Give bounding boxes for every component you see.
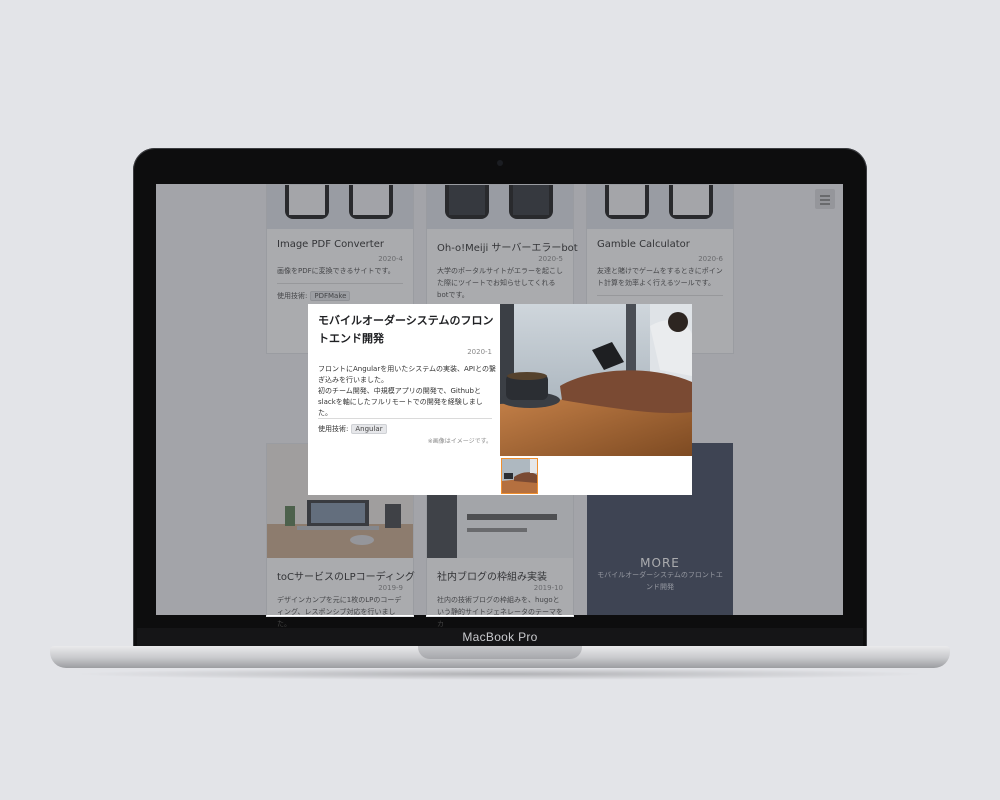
- modal-tech: 使用技術: Angular: [318, 424, 387, 434]
- laptop-chin: MacBook Pro: [137, 628, 863, 648]
- modal-description: フロントにAngularを用いたシステムの実装、APIとの繋ぎ込みを行いました。…: [318, 364, 496, 419]
- modal-title: モバイルオーダーシステムのフロントエンド開発: [318, 314, 494, 345]
- phone-in-hands-photo: [500, 304, 692, 456]
- image-note: ※画像はイメージです。: [427, 438, 492, 445]
- modal-thumbnail[interactable]: [501, 458, 538, 494]
- modal-divider: [318, 418, 492, 419]
- camera-dot: [497, 160, 503, 166]
- modal-main-image: [500, 304, 692, 456]
- modal-desc-line: 初のチーム開発、中規模アプリの開発で、Githubとslackを軸にしたフルリモ…: [318, 387, 483, 417]
- tech-label: 使用技術:: [318, 425, 349, 433]
- tech-tag: Angular: [351, 424, 387, 434]
- project-modal: モバイルオーダーシステムのフロントエンド開発 2020-1 フロントにAngul…: [308, 304, 692, 495]
- modal-desc-line: フロントにAngularを用いたシステムの実装、APIとの繋ぎ込みを行いました。: [318, 365, 497, 384]
- laptop-shadow: [70, 668, 930, 680]
- phone-in-hands-thumbnail: [502, 459, 537, 493]
- modal-date: 2020-1: [467, 348, 492, 356]
- device-label: MacBook Pro: [462, 630, 538, 644]
- laptop-base-notch: [418, 646, 582, 659]
- modal-details: モバイルオーダーシステムのフロントエンド開発 2020-1 フロントにAngul…: [308, 304, 500, 495]
